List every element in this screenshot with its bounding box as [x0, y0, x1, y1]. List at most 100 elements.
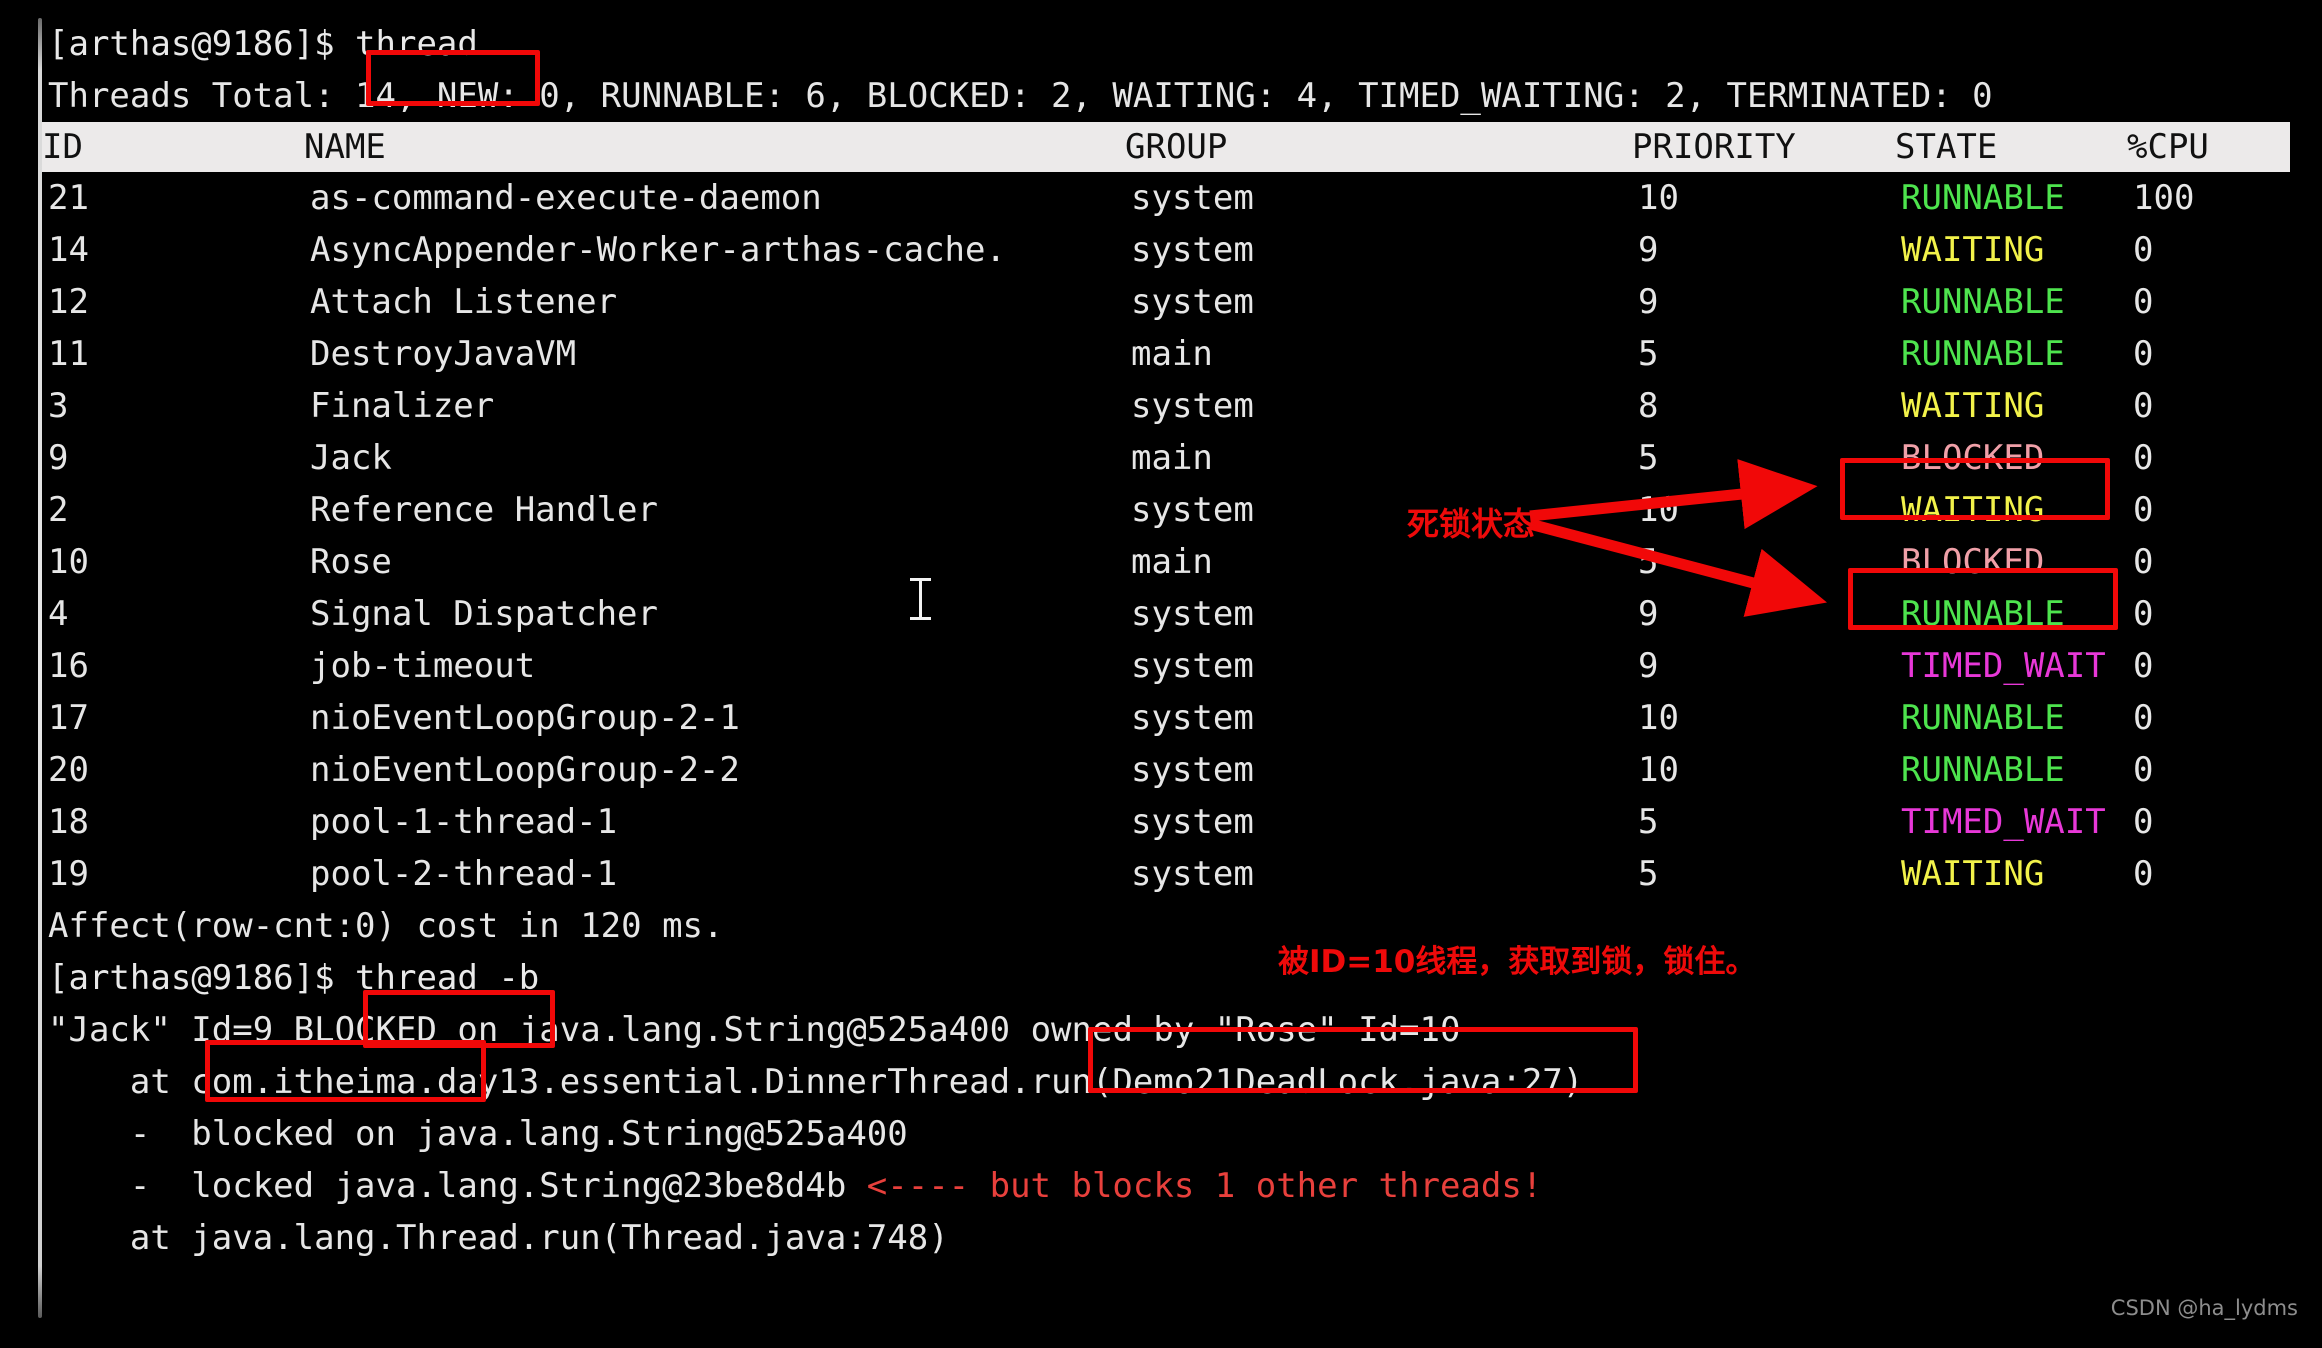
- table-row[interactable]: 10 Rose main 5 BLOCKED 0: [48, 536, 2308, 588]
- table-row[interactable]: 12 Attach Listener system 9 RUNNABLE 0: [48, 276, 2308, 328]
- terminal-left-edge: [38, 18, 42, 1318]
- table-row[interactable]: 4 Signal Dispatcher system 9 RUNNABLE 0: [48, 588, 2308, 640]
- cell-group: main: [1131, 542, 1213, 582]
- table-row[interactable]: 2 Reference Handler system 10 WAITING 0: [48, 484, 2308, 536]
- cell-group: system: [1131, 178, 1254, 218]
- column-header-id[interactable]: ID: [42, 122, 83, 172]
- cell-cpu: 0: [2133, 230, 2154, 270]
- cell-cpu: 0: [2133, 490, 2154, 530]
- table-row[interactable]: 11 DestroyJavaVM main 5 RUNNABLE 0: [48, 328, 2308, 380]
- command-thread[interactable]: thread: [355, 24, 478, 64]
- shell-prompt: [arthas@9186]$: [48, 24, 356, 64]
- annotation-locked-by-id10: 被ID=10线程，获取到锁，锁住。: [1278, 944, 1757, 980]
- cell-group: system: [1131, 854, 1254, 894]
- threads-summary-line: Threads Total: 14, NEW: 0, RUNNABLE: 6, …: [48, 76, 1993, 116]
- cell-priority: 5: [1638, 334, 1659, 374]
- blocked-thread-line: "Jack" Id=9 BLOCKED on java.lang.String@…: [48, 1004, 2308, 1056]
- column-header-state[interactable]: STATE: [1895, 122, 1997, 172]
- column-header-name[interactable]: NAME: [304, 122, 386, 172]
- cell-priority: 10: [1638, 750, 1679, 790]
- cell-cpu: 0: [2133, 386, 2154, 426]
- cell-name: Rose: [310, 542, 392, 582]
- cell-group: system: [1131, 282, 1254, 322]
- cell-name: AsyncAppender-Worker-arthas-cache.: [310, 230, 1006, 270]
- monitor-owner: owned by "Rose" Id=10: [1030, 1010, 1461, 1050]
- cell-group: system: [1131, 386, 1254, 426]
- cell-id: 4: [48, 594, 69, 634]
- prompt-line-thread: [arthas@9186]$ thread: [48, 18, 2308, 70]
- cell-id: 12: [48, 282, 89, 322]
- cell-priority: 5: [1638, 542, 1659, 582]
- column-header-priority[interactable]: PRIORITY: [1632, 122, 1796, 172]
- cell-cpu: 0: [2133, 646, 2154, 686]
- cell-id: 17: [48, 698, 89, 738]
- cell-priority: 10: [1638, 178, 1679, 218]
- column-header-cpu[interactable]: %CPU: [2127, 122, 2209, 172]
- cell-state: RUNNABLE: [1901, 750, 2065, 790]
- cell-cpu: 0: [2133, 334, 2154, 374]
- cell-cpu: 0: [2133, 854, 2154, 894]
- cell-id: 2: [48, 490, 69, 530]
- cell-priority: 9: [1638, 282, 1659, 322]
- table-row[interactable]: 20 nioEventLoopGroup-2-2 system 10 RUNNABLE 0: [48, 744, 2308, 796]
- cell-name: DestroyJavaVM: [310, 334, 577, 374]
- cell-group: system: [1131, 750, 1254, 790]
- cell-id: 9: [48, 438, 69, 478]
- cell-cpu: 100: [2133, 178, 2195, 218]
- stack-line-4: at java.lang.Thread.run(Thread.java:748): [48, 1218, 949, 1258]
- table-row[interactable]: 18 pool-1-thread-1 system 5 TIMED_WAIT 0: [48, 796, 2308, 848]
- cell-name: Signal Dispatcher: [310, 594, 658, 634]
- thread-table-body: 21 as-command-execute-daemon system 10 RUNNA…: [48, 172, 2308, 900]
- table-row[interactable]: 9 Jack main 5 BLOCKED 0: [48, 432, 2308, 484]
- command-thread-b[interactable]: thread -b: [355, 958, 539, 998]
- cell-cpu: 0: [2133, 542, 2154, 582]
- cell-group: system: [1131, 594, 1254, 634]
- cell-id: 16: [48, 646, 89, 686]
- table-row[interactable]: 21 as-command-execute-daemon system 10 RUNNA…: [48, 172, 2308, 224]
- cell-name: Reference Handler: [310, 490, 658, 530]
- cell-id: 19: [48, 854, 89, 894]
- cell-cpu: 0: [2133, 802, 2154, 842]
- cell-state: RUNNABLE: [1901, 178, 2065, 218]
- cell-group: system: [1131, 230, 1254, 270]
- stack-line-2: - blocked on java.lang.String@525a400: [48, 1114, 908, 1154]
- cell-cpu: 0: [2133, 750, 2154, 790]
- annotation-deadlock-state: 死锁状态: [1407, 505, 1536, 543]
- cell-priority: 9: [1638, 646, 1659, 686]
- but-blocks-warning: <---- but blocks 1 other threads!: [866, 1166, 1543, 1206]
- cell-name: job-timeout: [310, 646, 536, 686]
- cell-name: nioEventLoopGroup-2-2: [310, 750, 740, 790]
- cell-id: 20: [48, 750, 89, 790]
- table-row[interactable]: 17 nioEventLoopGroup-2-1 system 10 RUNNABLE 0: [48, 692, 2308, 744]
- cell-state: RUNNABLE: [1901, 698, 2065, 738]
- cell-cpu: 0: [2133, 282, 2154, 322]
- cell-state: TIMED_WAIT: [1901, 646, 2106, 686]
- cell-priority: 5: [1638, 802, 1659, 842]
- text-cursor-icon: [910, 578, 931, 620]
- cell-name: pool-1-thread-1: [310, 802, 618, 842]
- watermark: CSDN @ha_lydms: [2110, 1296, 2298, 1320]
- terminal-content: [arthas@9186]$ thread Threads Total: 14,…: [42, 18, 2308, 1264]
- cell-id: 14: [48, 230, 89, 270]
- locked-monitor-text: - locked java.lang.String@23be8d4b: [48, 1166, 867, 1206]
- cell-id: 18: [48, 802, 89, 842]
- cell-id: 11: [48, 334, 89, 374]
- cell-state: WAITING: [1901, 490, 2045, 530]
- column-header-group[interactable]: GROUP: [1125, 122, 1227, 172]
- cell-priority: 10: [1638, 698, 1679, 738]
- table-row[interactable]: 3 Finalizer system 8 WAITING 0: [48, 380, 2308, 432]
- cell-state: TIMED_WAIT: [1901, 802, 2106, 842]
- cell-name: as-command-execute-daemon: [310, 178, 822, 218]
- cell-group: system: [1131, 490, 1254, 530]
- table-row[interactable]: 14 AsyncAppender-Worker-arthas-cache. syst…: [48, 224, 2308, 276]
- table-row[interactable]: 19 pool-2-thread-1 system 5 WAITING 0: [48, 848, 2308, 900]
- cell-cpu: 0: [2133, 698, 2154, 738]
- cell-id: 21: [48, 178, 89, 218]
- cell-priority: 9: [1638, 594, 1659, 634]
- cell-priority: 5: [1638, 438, 1659, 478]
- cell-name: Attach Listener: [310, 282, 618, 322]
- shell-prompt-2: [arthas@9186]$: [48, 958, 356, 998]
- prompt-line-thread-b: [arthas@9186]$ thread -b: [48, 952, 2308, 1004]
- table-row[interactable]: 16 job-timeout system 9 TIMED_WAIT 0: [48, 640, 2308, 692]
- cell-state: RUNNABLE: [1901, 594, 2065, 634]
